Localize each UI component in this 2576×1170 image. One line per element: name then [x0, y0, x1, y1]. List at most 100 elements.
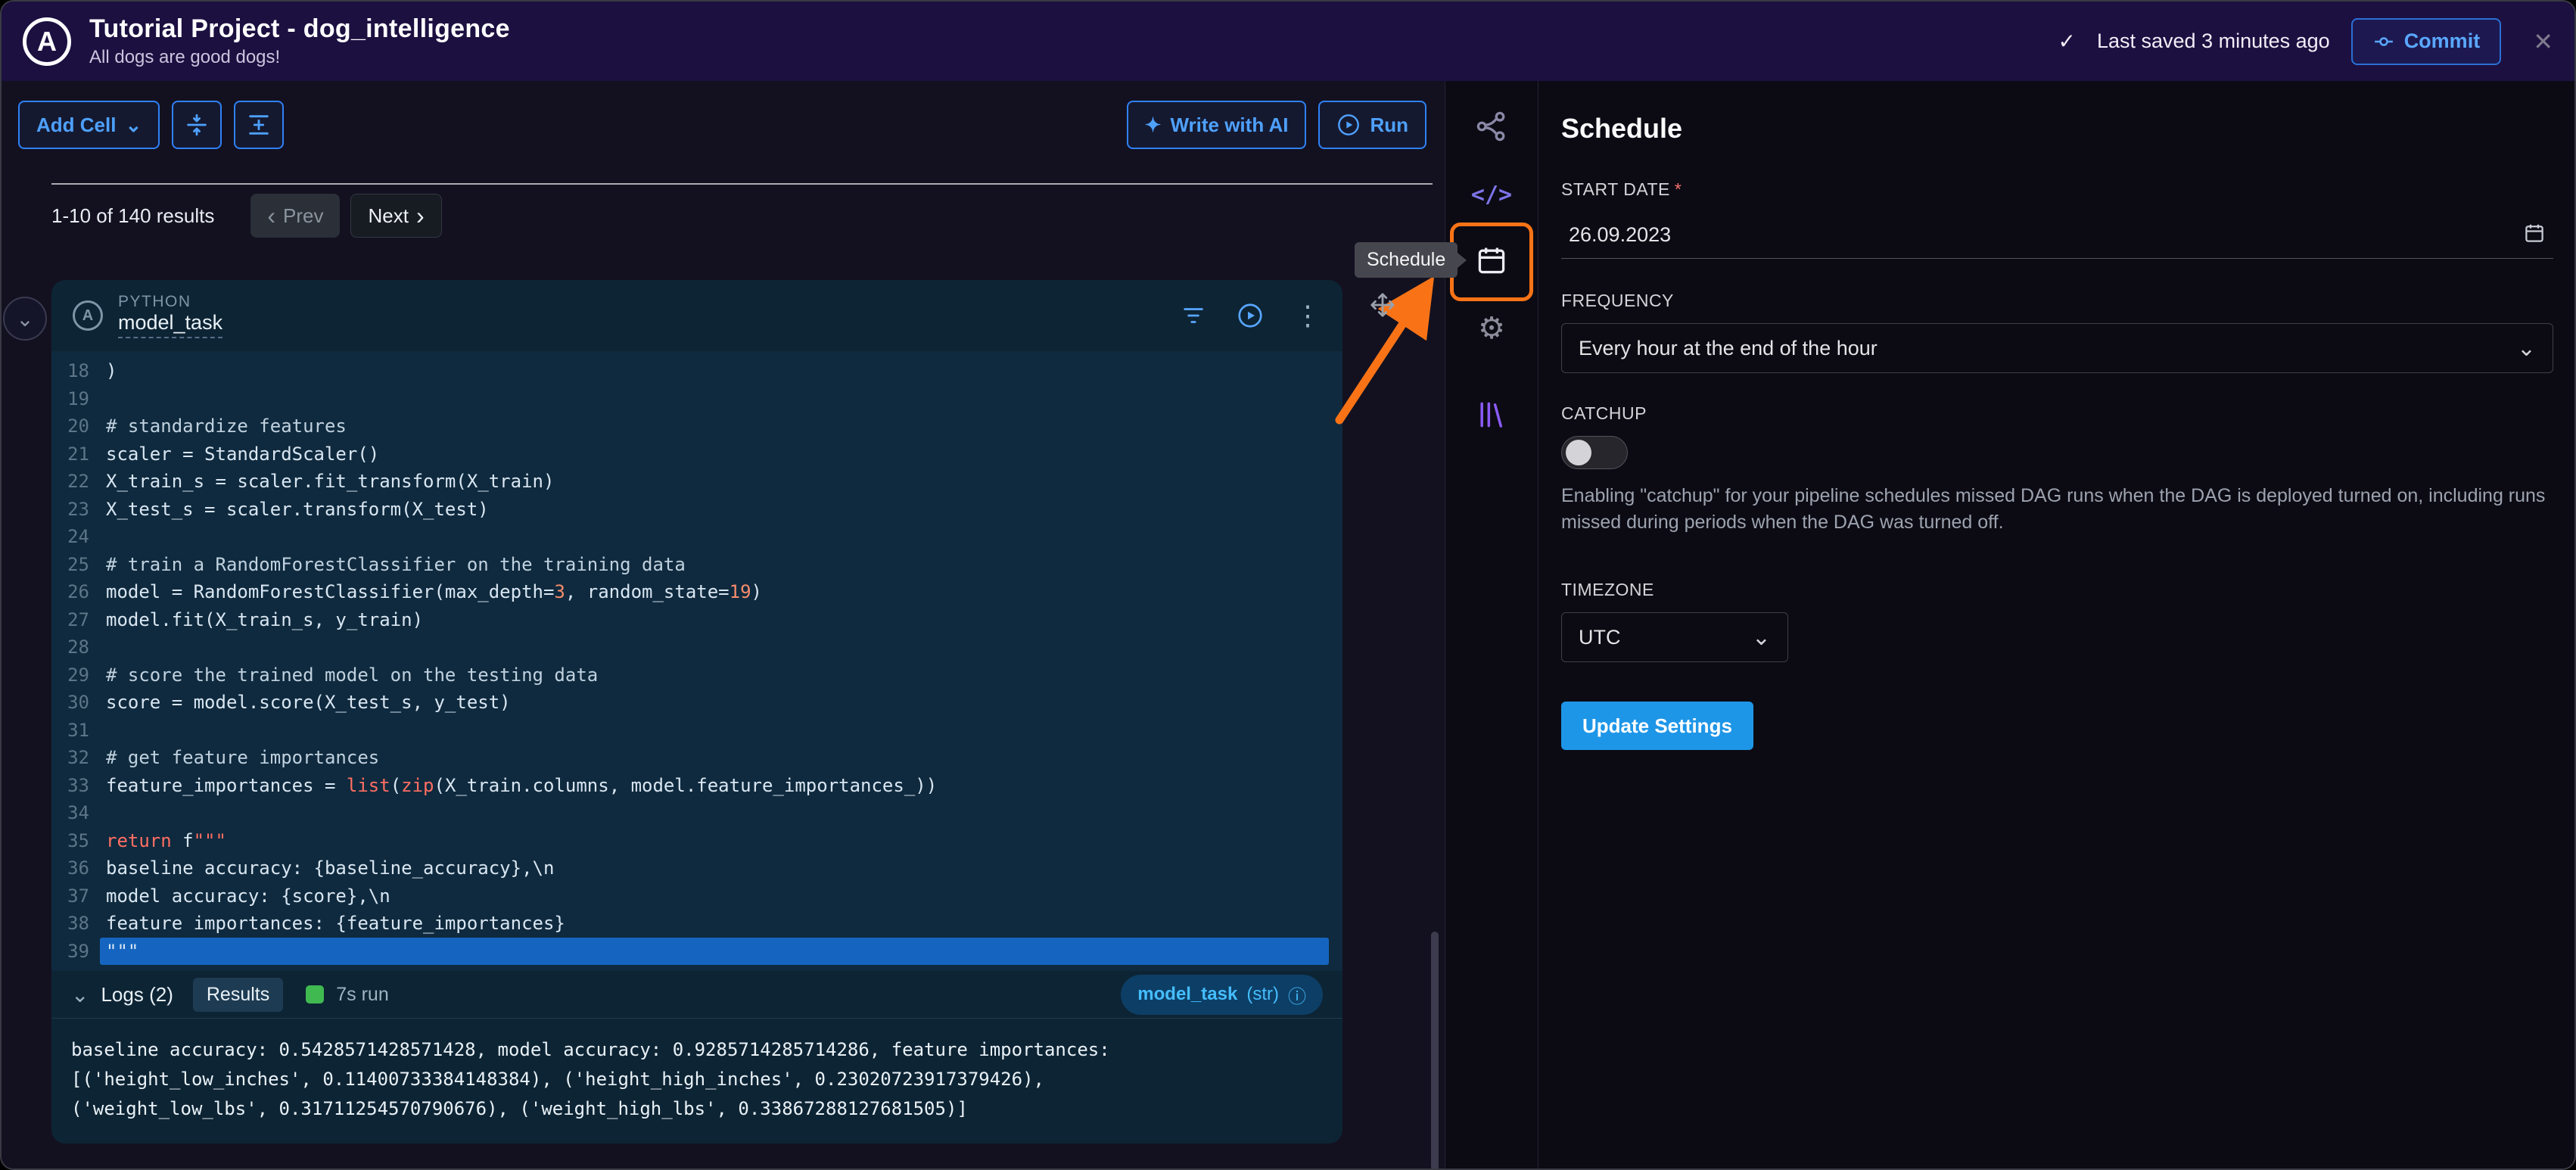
line-number: 30: [67, 692, 89, 713]
code-icon: </>: [1470, 181, 1513, 208]
line-number: 23: [67, 498, 89, 520]
prev-page-button[interactable]: ‹ Prev: [250, 194, 341, 238]
line-number: 36: [67, 857, 89, 879]
library-icon: [1480, 402, 1503, 428]
project-title: Tutorial Project - dog_intelligence: [89, 14, 510, 43]
write-with-ai-button[interactable]: ✦ Write with AI: [1126, 101, 1307, 149]
split-cell-button[interactable]: [172, 101, 222, 149]
app-window: A Tutorial Project - dog_intelligence Al…: [0, 0, 2576, 1170]
code-line[interactable]: 25 # train a RandomForestClassifier on th…: [51, 551, 1329, 579]
code-line[interactable]: 36 baseline accuracy: {baseline_accuracy}…: [51, 854, 1329, 882]
code-editor[interactable]: 18) 19 20 # standardize features 21 scaler = …: [51, 351, 1342, 971]
update-settings-button[interactable]: Update Settings: [1561, 702, 1753, 750]
line-number: 39: [67, 940, 89, 962]
code-line[interactable]: 18): [51, 357, 1329, 385]
required-asterisk: *: [1674, 179, 1682, 199]
collapse-cell-button[interactable]: ⌄: [3, 297, 47, 341]
code-line[interactable]: 29 # score the trained model on the testi…: [51, 661, 1329, 689]
output-line: baseline accuracy: 0.5428571428571428, m…: [71, 1039, 1110, 1060]
frequency-select[interactable]: Every hour at the end of the hour ⌄: [1561, 323, 2553, 373]
code-line[interactable]: 20 # standardize features: [51, 412, 1329, 440]
filter-icon[interactable]: [1181, 303, 1206, 328]
line-number: 21: [67, 443, 89, 465]
run-status-square: [306, 985, 325, 1004]
rail-item-pipeline[interactable]: [1473, 108, 1510, 145]
code-text: baseline accuracy: {baseline_accuracy},\…: [106, 857, 555, 879]
code-line[interactable]: 28: [51, 633, 1329, 661]
rail-item-library[interactable]: [1473, 397, 1510, 433]
vertical-scrollbar[interactable]: [1431, 932, 1439, 1168]
close-icon[interactable]: ✕: [2533, 27, 2553, 56]
chevron-down-icon: ⌄: [1751, 624, 1771, 650]
output-line: [('height_low_inches', 0.114007333841483…: [71, 1069, 1044, 1090]
logs-chevron-icon[interactable]: ⌄: [71, 982, 89, 1007]
output-type-badge[interactable]: model_task (str) ⓘ: [1121, 974, 1323, 1015]
code-text: X_test_s = scaler.transform(X_test): [106, 498, 489, 520]
code-line[interactable]: 24: [51, 523, 1329, 551]
code-line[interactable]: 19: [51, 385, 1329, 413]
code-line[interactable]: 30 score = model.score(X_test_s, y_test): [51, 689, 1329, 717]
schedule-panel: Schedule START DATE * 26.09.2023 FREQUENC…: [1538, 81, 2574, 1168]
line-number: 20: [67, 415, 89, 437]
line-number: 26: [67, 581, 89, 602]
run-button[interactable]: Run: [1318, 101, 1426, 149]
line-number: 34: [67, 802, 89, 823]
code-text: model = RandomForestClassifier(max_depth…: [106, 581, 762, 602]
catchup-toggle[interactable]: [1561, 436, 1628, 469]
catchup-label: CATCHUP: [1561, 403, 1647, 423]
rail-item-code[interactable]: </>: [1470, 176, 1513, 213]
next-page-button[interactable]: Next ›: [350, 194, 442, 238]
code-line[interactable]: 32 # get feature importances: [51, 744, 1329, 772]
code-text: scaler = StandardScaler(): [106, 443, 380, 465]
frequency-label: FREQUENCY: [1561, 291, 1674, 310]
rail-item-settings[interactable]: ⚙: [1473, 310, 1510, 347]
code-text: ): [106, 360, 117, 381]
code-line[interactable]: 35 return f""": [51, 827, 1329, 855]
code-line[interactable]: 34: [51, 799, 1329, 827]
code-text: model.fit(X_train_s, y_train): [106, 608, 424, 630]
code-line[interactable]: 21 scaler = StandardScaler(): [51, 440, 1329, 468]
code-line[interactable]: 33 feature_importances = list(zip(X_train…: [51, 772, 1329, 800]
code-line[interactable]: 37 model accuracy: {score},\n: [51, 882, 1329, 910]
insert-cell-icon: [249, 115, 269, 135]
last-saved-text: Last saved 3 minutes ago: [2096, 30, 2330, 52]
prev-label: Prev: [283, 204, 324, 227]
line-number: 37: [67, 885, 89, 907]
panel-title: Schedule: [1561, 113, 1683, 144]
code-cell: A PYTHON model_task ⋮ 18) 19 20 # standardi…: [51, 280, 1342, 1144]
chevron-right-icon: ›: [415, 202, 425, 229]
logo-letter: A: [37, 25, 57, 57]
rail-item-schedule[interactable]: [1473, 242, 1510, 278]
code-line[interactable]: 22 X_train_s = scaler.fit_transform(X_tra…: [51, 468, 1329, 496]
results-tab[interactable]: Results: [192, 977, 284, 1012]
line-number: 32: [67, 747, 89, 768]
cell-footer: ⌄ Logs (2) Results 7s run model_task (st…: [51, 971, 1342, 1018]
code-line[interactable]: 39 """: [51, 937, 1329, 965]
code-line[interactable]: 26 model = RandomForestClassifier(max_dep…: [51, 578, 1329, 606]
run-cell-icon[interactable]: [1237, 302, 1264, 329]
commit-icon: [2374, 36, 2393, 46]
code-text: # train a RandomForestClassifier on the …: [106, 553, 686, 575]
line-number: 19: [67, 387, 89, 409]
code-line[interactable]: 23 X_test_s = scaler.transform(X_test): [51, 496, 1329, 524]
commit-button[interactable]: Commit: [2350, 17, 2502, 65]
gear-icon: ⚙: [1478, 312, 1505, 345]
info-icon[interactable]: ⓘ: [1288, 982, 1306, 1008]
kebab-menu-icon[interactable]: ⋮: [1294, 302, 1321, 329]
start-date-input[interactable]: 26.09.2023: [1561, 212, 2553, 259]
results-summary: 1-10 of 140 results: [51, 204, 215, 227]
code-line[interactable]: 31: [51, 717, 1329, 745]
timezone-select[interactable]: UTC ⌄: [1561, 612, 1788, 662]
code-line[interactable]: 27 model.fit(X_train_s, y_train): [51, 606, 1329, 634]
chevron-down-icon: ⌄: [2516, 335, 2536, 361]
insert-cell-button[interactable]: [234, 101, 285, 149]
code-line[interactable]: 38 feature importances: {feature_importan…: [51, 910, 1329, 938]
write-with-ai-label: Write with AI: [1170, 113, 1289, 136]
add-cell-button[interactable]: Add Cell ⌄: [18, 101, 160, 149]
calendar-icon: [1478, 247, 1505, 274]
line-number: 29: [67, 664, 89, 686]
cell-name[interactable]: model_task: [118, 311, 223, 338]
start-date-value: 26.09.2023: [1569, 223, 1672, 246]
saved-check-icon: ✓: [2058, 30, 2076, 53]
